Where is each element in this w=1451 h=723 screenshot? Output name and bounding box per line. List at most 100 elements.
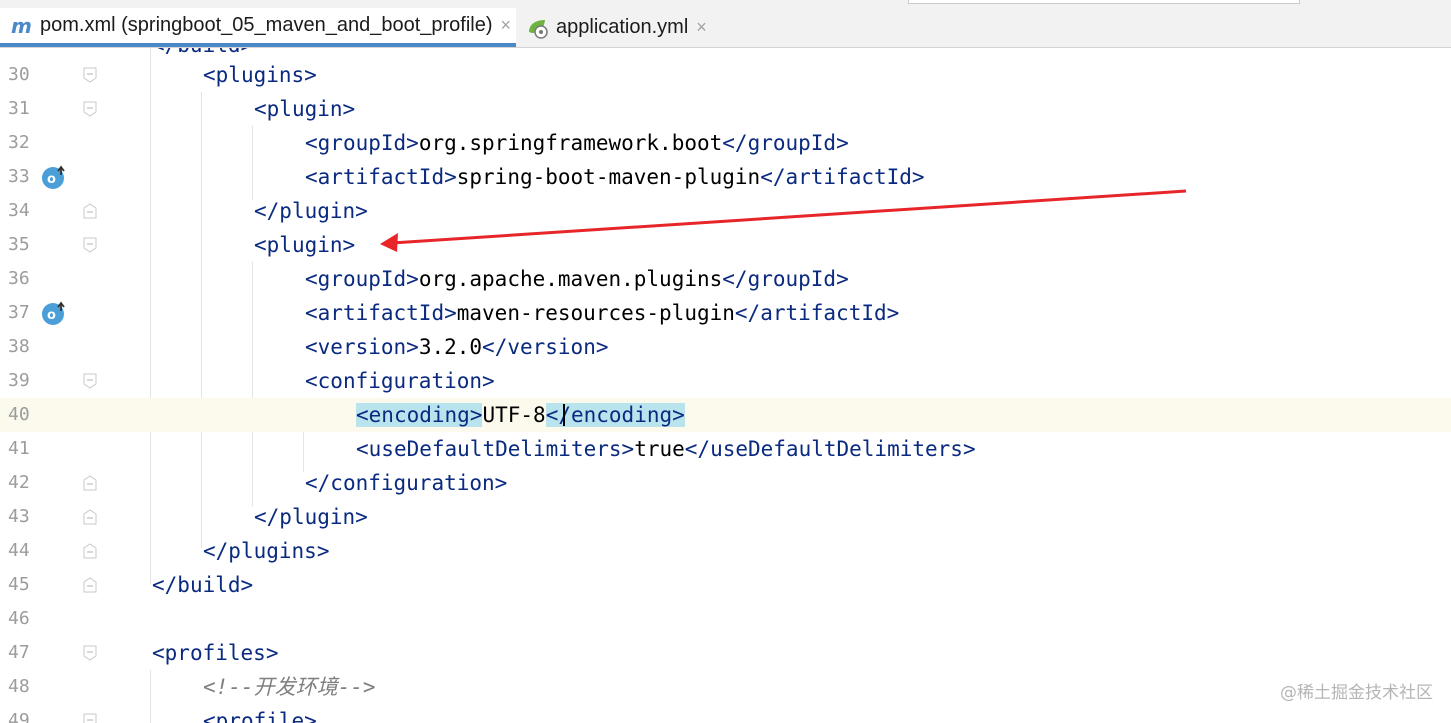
line-number: 40 [8, 404, 30, 425]
xml-tag: groupId [317, 131, 407, 155]
fold-open-icon[interactable] [83, 373, 97, 389]
fold-close-icon[interactable] [83, 475, 97, 491]
xml-bracket: > [672, 403, 685, 427]
xml-tag: artifactId [785, 165, 912, 189]
spring-yaml-icon [526, 16, 552, 40]
xml-bracket: </ [545, 403, 571, 427]
search-field-edge [908, 0, 1300, 4]
text-caret [563, 404, 565, 426]
line-number: 33 [8, 166, 30, 187]
line-number: 44 [8, 540, 30, 561]
fold-open-icon[interactable] [83, 101, 97, 117]
xml-tag: plugin [266, 233, 343, 257]
xml-tag: build [177, 573, 241, 597]
xml-bracket: < [254, 233, 267, 257]
xml-bracket: > [304, 709, 317, 723]
code-line: 33 o <artifactId>spring-boot-maven-plugi… [0, 160, 1451, 194]
xml-bracket: </ [722, 131, 748, 155]
line-number: 32 [8, 132, 30, 153]
xml-tag: profile [215, 709, 305, 723]
line-number: 39 [8, 370, 30, 391]
xml-tag: plugin [279, 505, 356, 529]
code-line: 43 </plugin> [0, 500, 1451, 534]
xml-tag: plugin [266, 97, 343, 121]
xml-bracket: > [355, 505, 368, 529]
xml-text: UTF-8 [482, 403, 546, 427]
xml-bracket: > [494, 471, 508, 495]
fold-close-icon[interactable] [83, 203, 97, 219]
xml-bracket: < [305, 267, 318, 291]
code-line: 47 <profiles> [0, 636, 1451, 670]
xml-tag: version [507, 335, 596, 359]
line-number: 49 [8, 710, 30, 723]
xml-bracket: < [305, 165, 318, 189]
code-line: 30 <plugins> [0, 58, 1451, 92]
fold-open-icon[interactable] [83, 237, 97, 253]
xml-bracket: < [356, 403, 369, 427]
tab-pom-xml[interactable]: m pom.xml (springboot_05_maven_and_boot_… [0, 8, 516, 47]
code-line: 38 <version>3.2.0</version> [0, 330, 1451, 364]
xml-bracket: </ [254, 199, 280, 223]
xml-tag: configuration [330, 471, 495, 495]
code-line: 36 <groupId>org.apache.maven.plugins</gr… [0, 262, 1451, 296]
code-line: 37 o <artifactId>maven-resources-plugin<… [0, 296, 1451, 330]
fold-close-icon[interactable] [83, 577, 97, 593]
close-icon[interactable]: × [696, 17, 707, 38]
xml-bracket: > [911, 165, 925, 189]
code-editor[interactable]: </build> 30 <plugins> 31 <plugin> 32 <gr… [0, 48, 1451, 723]
line-number: 37 [8, 302, 30, 323]
line-number: 48 [8, 676, 30, 697]
xml-tag: artifactId [317, 301, 445, 325]
line-number: 41 [8, 438, 30, 459]
xml-tag: plugins [215, 63, 305, 87]
xml-bracket: > [316, 539, 330, 563]
svg-text:o: o [47, 308, 56, 323]
xml-bracket: > [444, 165, 457, 189]
line-number: 31 [8, 98, 30, 119]
xml-bracket: < [305, 131, 318, 155]
xml-bracket: </ [722, 267, 748, 291]
xml-bracket: > [240, 573, 254, 597]
fold-close-icon[interactable] [83, 509, 97, 525]
watermark: @稀土掘金技术社区 [1280, 683, 1433, 703]
line-number: 47 [8, 642, 30, 663]
xml-bracket: > [265, 641, 279, 665]
code-line: 45 </build> [0, 568, 1451, 602]
xml-bracket: < [203, 63, 216, 87]
xml-bracket: </ [203, 539, 229, 563]
xml-bracket: > [304, 63, 317, 87]
fold-open-icon[interactable] [83, 713, 97, 723]
xml-bracket: > [342, 233, 356, 257]
xml-bracket: > [621, 437, 635, 461]
xml-bracket: < [305, 335, 318, 359]
override-badge-icon[interactable]: o [40, 300, 68, 326]
xml-tag: groupId [747, 131, 837, 155]
xml-bracket: > [595, 335, 609, 359]
xml-tag: profiles [164, 641, 266, 665]
xml-bracket: > [444, 301, 457, 325]
xml-bracket: </ [684, 437, 711, 461]
editor-tab-bar: m pom.xml (springboot_05_maven_and_boot_… [0, 8, 1451, 48]
svg-text:m: m [11, 14, 32, 38]
code-line: 42 </configuration> [0, 466, 1451, 500]
xml-bracket: < [305, 369, 318, 393]
xml-bracket: < [356, 437, 369, 461]
fold-open-icon[interactable] [83, 67, 97, 83]
fold-close-icon[interactable] [83, 543, 97, 559]
xml-tag: encoding [570, 403, 673, 427]
xml-bracket: > [886, 301, 900, 325]
xml-bracket: < [152, 641, 165, 665]
line-number: 34 [8, 200, 30, 221]
xml-bracket: </ [734, 301, 761, 325]
xml-bracket: > [406, 335, 419, 359]
xml-comment: <!--开发环境--> [203, 675, 376, 699]
tab-application-yml[interactable]: application.yml × [522, 8, 722, 47]
xml-bracket: </ [305, 471, 331, 495]
fold-open-icon[interactable] [83, 645, 97, 661]
close-icon[interactable]: × [501, 15, 512, 36]
code-line: 41 <useDefaultDelimiters>true</useDefaul… [0, 432, 1451, 466]
override-badge-icon[interactable]: o [40, 164, 68, 190]
xml-bracket: </ [482, 335, 508, 359]
code-line: 31 <plugin> [0, 92, 1451, 126]
code-line: 49 <profile> [0, 704, 1451, 723]
